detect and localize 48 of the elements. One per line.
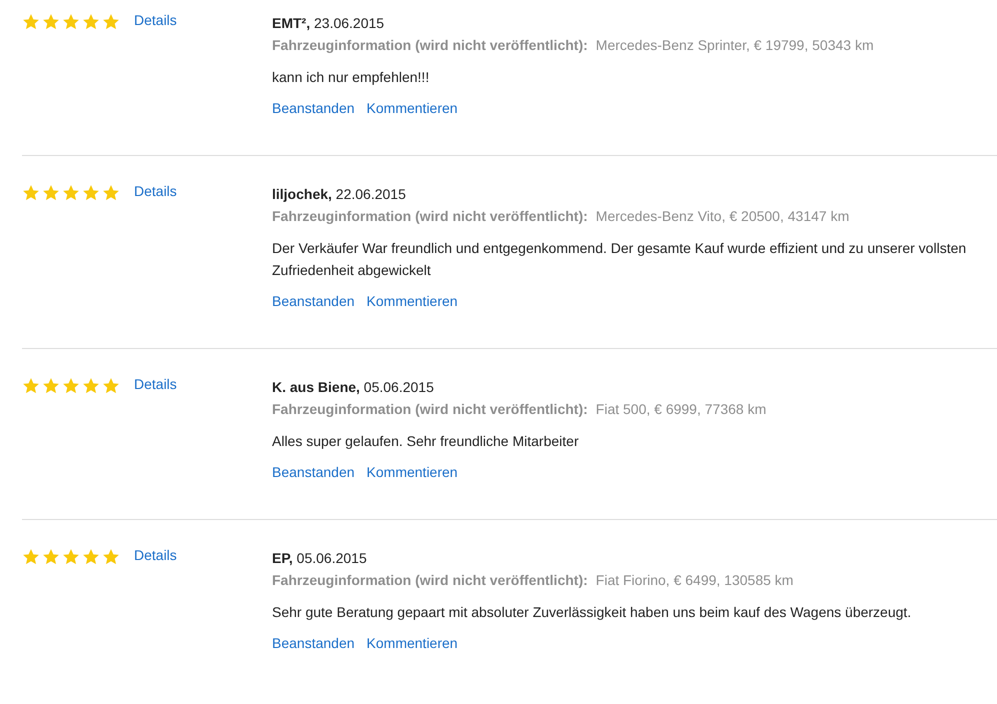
- star-icon: [102, 377, 120, 395]
- star-icon: [62, 377, 80, 395]
- report-link[interactable]: Beanstanden: [272, 100, 355, 116]
- review-text: kann ich nur empfehlen!!!: [272, 68, 430, 87]
- review-heading: liljochek, 22.06.2015: [272, 185, 407, 204]
- star-icon: [62, 548, 80, 566]
- details-link[interactable]: Details: [134, 183, 177, 199]
- info-label: Fahrzeuginformation (wird nicht veröffentlicht):: [272, 207, 588, 226]
- report-link[interactable]: Beanstanden: [272, 464, 355, 480]
- star-icon: [102, 548, 120, 566]
- star-icon: [82, 184, 100, 202]
- star-icon: [102, 13, 120, 31]
- review-heading: EMT², 23.06.2015: [272, 14, 386, 33]
- star-icon: [42, 548, 60, 566]
- star-icon: [62, 184, 80, 202]
- review-text: Alles super gelaufen. Sehr freundliche Mitarbeiter: [272, 432, 580, 451]
- review-heading: EP, 05.06.2015: [272, 549, 368, 568]
- details-link[interactable]: Details: [134, 12, 177, 28]
- star-icon: [22, 13, 40, 31]
- star-icon: [62, 13, 80, 31]
- comment-link[interactable]: Kommentieren: [366, 100, 458, 116]
- star-icon: [82, 377, 100, 395]
- star-icon: [102, 184, 120, 202]
- comment-link[interactable]: Kommentieren: [366, 635, 458, 651]
- comment-link[interactable]: Kommentieren: [366, 464, 458, 480]
- review-text: Der Verkäufer War freundlich und entgegenkommend. Der gesamte Kauf wurde effizient und zu unserer vollsten Zufriedenheit abgewickelt: [272, 239, 968, 280]
- report-link[interactable]: Beanstanden: [272, 635, 355, 651]
- report-link[interactable]: Beanstanden: [272, 293, 355, 309]
- star-icon: [22, 184, 40, 202]
- star-icon: [42, 13, 60, 31]
- star-icon: [22, 548, 40, 566]
- vehicle-info: Mercedes-Benz Vito, € 20500, 43147 km: [596, 207, 850, 226]
- star-icon: [42, 184, 60, 202]
- review-text: Sehr gute Beratung gepaart mit absoluter Zuverlässigkeit haben uns beim kauf des Wagens überzeugt.: [272, 603, 912, 622]
- star-icon: [42, 377, 60, 395]
- star-icon: [82, 13, 100, 31]
- info-label: Fahrzeuginformation (wird nicht veröffentlicht):: [272, 400, 588, 419]
- comment-link[interactable]: Kommentieren: [366, 293, 458, 309]
- info-label: Fahrzeuginformation (wird nicht veröffentlicht):: [272, 571, 588, 590]
- review-heading: K. aus Biene, 05.06.2015: [272, 378, 435, 397]
- star-icon: [82, 548, 100, 566]
- details-link[interactable]: Details: [134, 376, 177, 392]
- vehicle-info: Fiat Fiorino, € 6499, 130585 km: [596, 571, 794, 590]
- vehicle-info: Mercedes-Benz Sprinter, € 19799, 50343 km: [596, 36, 874, 55]
- info-label: Fahrzeuginformation (wird nicht veröffentlicht):: [272, 36, 588, 55]
- vehicle-info: Fiat 500, € 6999, 77368 km: [596, 400, 766, 419]
- details-link[interactable]: Details: [134, 547, 177, 563]
- star-icon: [22, 377, 40, 395]
